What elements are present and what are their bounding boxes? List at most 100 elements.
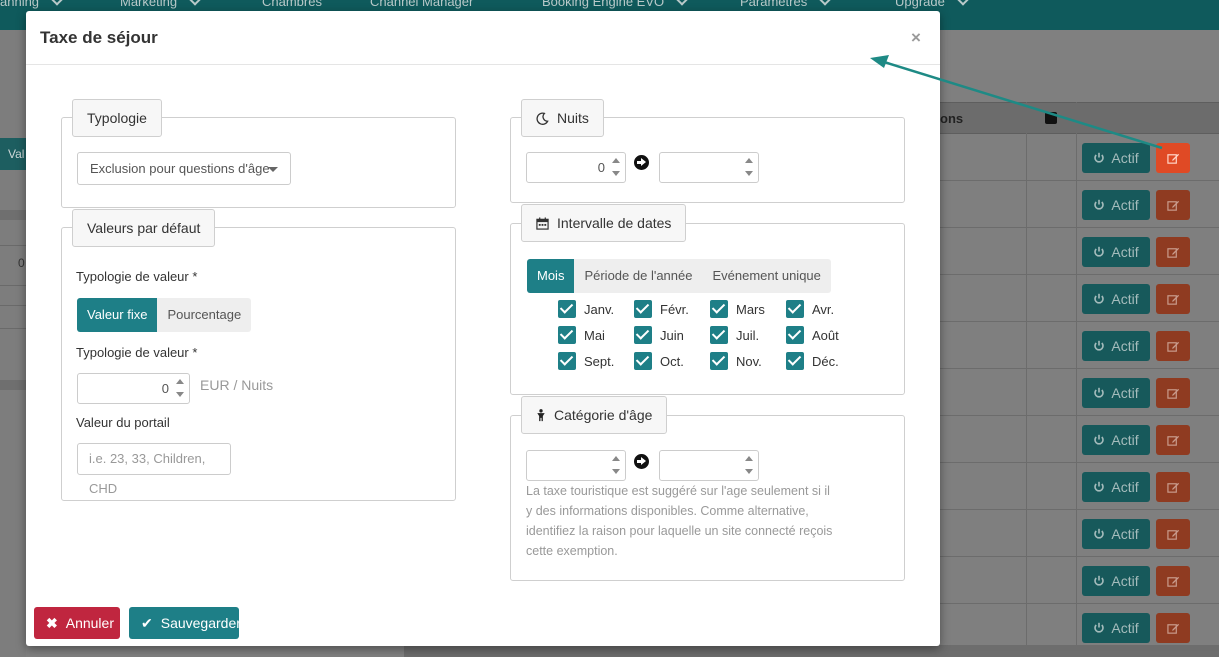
unit-label: EUR / Nuits <box>200 377 274 393</box>
month-checkbox[interactable]: Déc. <box>786 352 839 370</box>
table-row: Actif <box>940 134 1219 181</box>
save-button[interactable]: ✔ Sauvegarder <box>129 607 241 639</box>
checkbox-checked-icon[interactable] <box>710 326 728 344</box>
checkbox-checked-icon[interactable] <box>634 326 652 344</box>
background-tab[interactable]: Val <box>0 138 26 170</box>
checkbox-checked-icon[interactable] <box>786 326 804 344</box>
age-legend: Catégorie d'âge <box>521 396 668 434</box>
table-row: Actif <box>940 604 1219 651</box>
nuits-legend: Nuits <box>521 99 604 137</box>
checkbox-checked-icon[interactable] <box>558 352 576 370</box>
edit-button[interactable] <box>1156 143 1190 173</box>
tab-evenement[interactable]: Evénement unique <box>702 259 831 293</box>
edit-button[interactable] <box>1156 425 1190 455</box>
month-checkbox[interactable]: Nov. <box>710 352 762 370</box>
status-button[interactable]: Actif <box>1082 519 1150 549</box>
table-row: Actif <box>940 510 1219 557</box>
tab-periode[interactable]: Période de l'année <box>574 259 703 293</box>
table-row: Actif <box>940 322 1219 369</box>
month-checkbox[interactable]: Janv. <box>558 300 614 318</box>
edit-button[interactable] <box>1156 472 1190 502</box>
table-row: Actif <box>940 557 1219 604</box>
nav-item-booking-engine[interactable]: Booking Engine EVO <box>542 0 688 9</box>
edit-button[interactable] <box>1156 519 1190 549</box>
status-button[interactable]: Actif <box>1082 331 1150 361</box>
nights-from-stepper[interactable]: 0 <box>526 152 626 183</box>
pourcentage-button[interactable]: Pourcentage <box>157 298 252 332</box>
table-header: ons <box>940 102 1219 134</box>
status-button[interactable]: Actif <box>1082 613 1150 643</box>
table-row: Actif <box>940 228 1219 275</box>
edit-button[interactable] <box>1156 190 1190 220</box>
month-checkbox[interactable]: Mars <box>710 300 765 318</box>
checkbox-checked-icon[interactable] <box>558 300 576 318</box>
status-button[interactable]: Actif <box>1082 284 1150 314</box>
nights-from-value: 0 <box>597 160 605 175</box>
status-button[interactable]: Actif <box>1082 425 1150 455</box>
nav-item-parametres[interactable]: Paramètres <box>740 0 831 9</box>
month-checkbox[interactable]: Févr. <box>634 300 689 318</box>
checkbox-checked-icon[interactable] <box>786 352 804 370</box>
month-label: Avr. <box>812 301 835 317</box>
typologie-select[interactable]: Exclusion pour questions d'âge <box>77 152 291 185</box>
edit-icon <box>1166 247 1179 258</box>
cancel-button[interactable]: ✖ Annuler <box>34 607 120 639</box>
edit-button[interactable] <box>1156 613 1190 643</box>
stepper-arrows-icon[interactable] <box>611 454 621 478</box>
status-button[interactable]: Actif <box>1082 472 1150 502</box>
divider <box>0 245 26 246</box>
edit-button[interactable] <box>1156 237 1190 267</box>
checkbox-checked-icon[interactable] <box>786 300 804 318</box>
edit-button[interactable] <box>1156 566 1190 596</box>
portal-input[interactable]: i.e. 23, 33, Children, CHD <box>77 443 231 496</box>
checkbox-checked-icon[interactable] <box>634 352 652 370</box>
dates-legend-label: Intervalle de dates <box>557 215 672 231</box>
stepper-arrows-icon[interactable] <box>744 454 754 478</box>
nav-item-channel-manager[interactable]: Channel Manager <box>370 0 473 9</box>
nav-item-planning[interactable]: anning <box>0 0 63 9</box>
status-button[interactable]: Actif <box>1082 566 1150 596</box>
typologie-legend: Typologie <box>72 99 162 137</box>
nav-item-chambres[interactable]: Chambres <box>262 0 322 9</box>
month-checkbox[interactable]: Août <box>786 326 839 344</box>
save-button-label: Sauvegarder <box>160 615 241 631</box>
age-to-stepper[interactable] <box>659 450 759 481</box>
status-button[interactable]: Actif <box>1082 237 1150 267</box>
month-label: Mai <box>584 327 605 343</box>
checkbox-checked-icon[interactable] <box>710 300 728 318</box>
month-checkbox[interactable]: Mai <box>558 326 605 344</box>
power-icon <box>1094 622 1105 633</box>
status-button[interactable]: Actif <box>1082 378 1150 408</box>
nav-item-marketing[interactable]: Marketing <box>120 0 201 9</box>
month-label: Juin <box>660 327 684 343</box>
stepper-arrows-icon[interactable] <box>611 156 621 180</box>
export-icon[interactable] <box>1045 112 1057 124</box>
age-from-stepper[interactable] <box>526 450 626 481</box>
edit-button[interactable] <box>1156 284 1190 314</box>
amount-stepper[interactable]: 0 <box>77 373 190 404</box>
nights-to-stepper[interactable] <box>659 152 759 183</box>
stepper-arrows-icon[interactable] <box>175 377 185 401</box>
edit-button[interactable] <box>1156 378 1190 408</box>
valeur-fixe-button[interactable]: Valeur fixe <box>77 298 158 332</box>
month-checkbox[interactable]: Sept. <box>558 352 614 370</box>
calendar-icon <box>536 216 549 230</box>
tab-mois[interactable]: Mois <box>527 259 575 293</box>
status-label: Actif <box>1111 526 1139 542</box>
edit-button[interactable] <box>1156 331 1190 361</box>
dates-legend: Intervalle de dates <box>521 204 687 242</box>
nav-item-upgrade[interactable]: Upgrade <box>895 0 969 9</box>
status-button[interactable]: Actif <box>1082 190 1150 220</box>
power-icon <box>1094 528 1105 539</box>
stepper-arrows-icon[interactable] <box>744 156 754 180</box>
checkbox-checked-icon[interactable] <box>710 352 728 370</box>
status-button[interactable]: Actif <box>1082 143 1150 173</box>
edit-icon <box>1166 482 1179 493</box>
checkbox-checked-icon[interactable] <box>558 326 576 344</box>
month-checkbox[interactable]: Oct. <box>634 352 684 370</box>
month-checkbox[interactable]: Juin <box>634 326 684 344</box>
checkbox-checked-icon[interactable] <box>634 300 652 318</box>
month-checkbox[interactable]: Avr. <box>786 300 834 318</box>
close-icon[interactable]: × <box>911 28 921 48</box>
month-checkbox[interactable]: Juil. <box>710 326 759 344</box>
